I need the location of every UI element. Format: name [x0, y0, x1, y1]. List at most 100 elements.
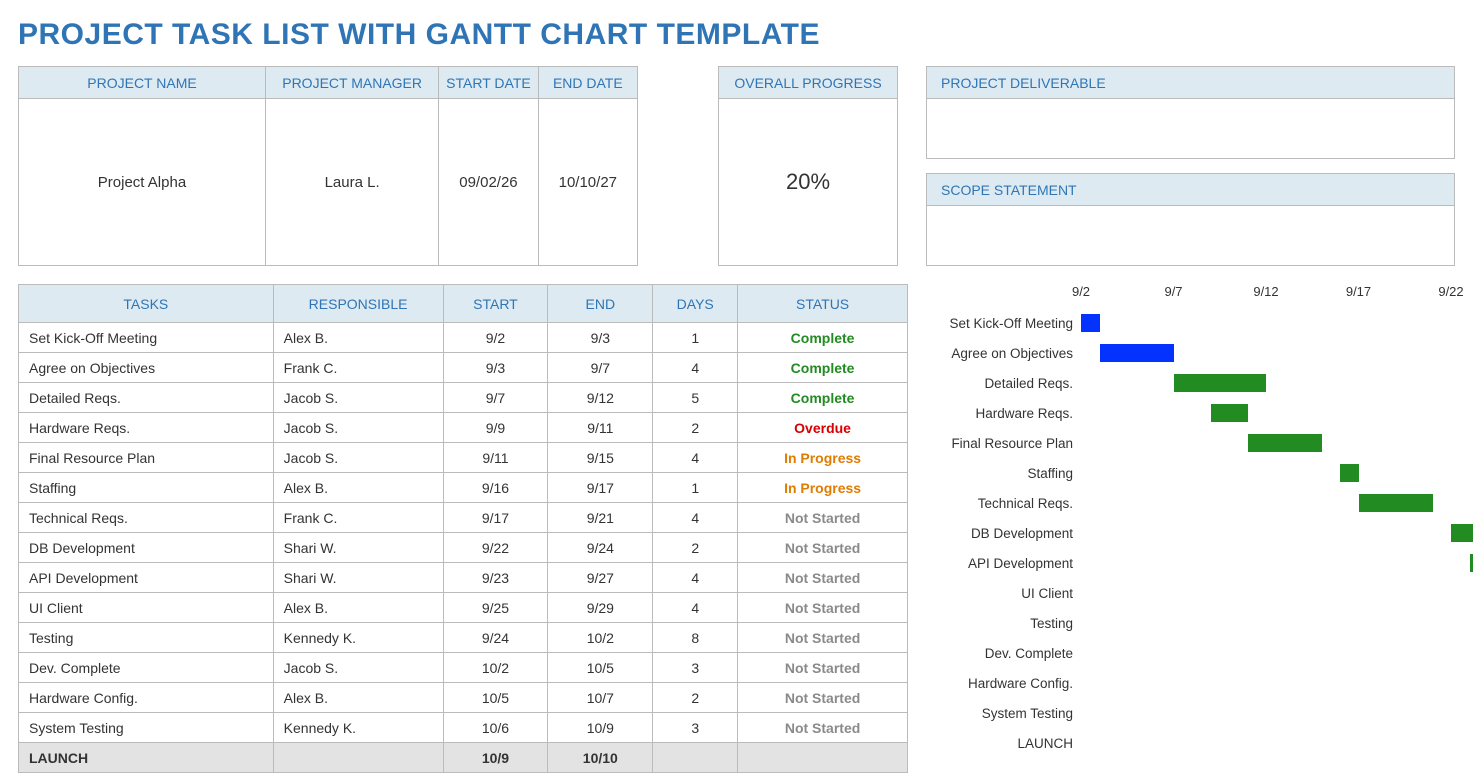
cell-days: 5: [653, 383, 738, 413]
cell-days: 4: [653, 353, 738, 383]
cell-days: 4: [653, 503, 738, 533]
cell-days: 8: [653, 623, 738, 653]
cell-resp: Frank C.: [273, 353, 443, 383]
page-title: PROJECT TASK LIST WITH GANTT CHART TEMPL…: [18, 18, 1455, 52]
cell-end: 9/29: [548, 593, 653, 623]
cell-status: Overdue: [738, 413, 908, 443]
cell-resp: Jacob S.: [273, 383, 443, 413]
deliverable-box: PROJECT DELIVERABLE: [926, 66, 1455, 159]
table-row[interactable]: Hardware Reqs.Jacob S.9/99/112Overdue: [19, 413, 908, 443]
cell-days: 1: [653, 473, 738, 503]
gantt-label: Detailed Reqs.: [926, 376, 1081, 391]
gantt-bar: [1100, 344, 1174, 362]
table-row[interactable]: TestingKennedy K.9/2410/28Not Started: [19, 623, 908, 653]
gantt-label: System Testing: [926, 706, 1081, 721]
cell-end: 9/15: [548, 443, 653, 473]
gantt-label: Testing: [926, 616, 1081, 631]
cell-start: 9/25: [443, 593, 548, 623]
table-row[interactable]: Dev. CompleteJacob S.10/210/53Not Starte…: [19, 653, 908, 683]
gantt-bar: [1451, 524, 1473, 542]
gantt-label: Set Kick-Off Meeting: [926, 316, 1081, 331]
cell-start: 9/24: [443, 623, 548, 653]
cell-status: Not Started: [738, 653, 908, 683]
gantt-track: [1081, 373, 1455, 393]
table-row[interactable]: Hardware Config.Alex B.10/510/72Not Star…: [19, 683, 908, 713]
gantt-row: DB Development: [926, 518, 1455, 548]
cell-start: 9/17: [443, 503, 548, 533]
cell-status: [738, 743, 908, 773]
deliverable-header: PROJECT DELIVERABLE: [927, 67, 1455, 99]
cell-resp: Alex B.: [273, 593, 443, 623]
gantt-axis-tick: 9/22: [1438, 284, 1463, 299]
cell-start: 9/11: [443, 443, 548, 473]
gantt-row: Hardware Config.: [926, 668, 1455, 698]
cell-start: 9/7: [443, 383, 548, 413]
table-row[interactable]: System TestingKennedy K.10/610/93Not Sta…: [19, 713, 908, 743]
info-value[interactable]: 09/02/26: [439, 99, 538, 266]
table-row[interactable]: UI ClientAlex B.9/259/294Not Started: [19, 593, 908, 623]
info-header: END DATE: [538, 67, 637, 99]
info-value[interactable]: Laura L.: [265, 99, 438, 266]
cell-task: Technical Reqs.: [19, 503, 274, 533]
cell-end: 9/11: [548, 413, 653, 443]
cell-start: 10/2: [443, 653, 548, 683]
gantt-axis-tick: 9/7: [1164, 284, 1182, 299]
gantt-bar: [1211, 404, 1248, 422]
scope-header: SCOPE STATEMENT: [927, 174, 1455, 206]
gantt-row: Detailed Reqs.: [926, 368, 1455, 398]
table-row[interactable]: API DevelopmentShari W.9/239/274Not Star…: [19, 563, 908, 593]
cell-end: 10/7: [548, 683, 653, 713]
cell-task: UI Client: [19, 593, 274, 623]
scope-value[interactable]: [927, 206, 1455, 266]
info-value[interactable]: Project Alpha: [19, 99, 266, 266]
cell-end: 10/5: [548, 653, 653, 683]
gantt-bar: [1359, 494, 1433, 512]
cell-task: Hardware Config.: [19, 683, 274, 713]
cell-start: 10/5: [443, 683, 548, 713]
table-row[interactable]: Final Resource PlanJacob S.9/119/154In P…: [19, 443, 908, 473]
progress-value: 20%: [719, 99, 898, 266]
scope-box: SCOPE STATEMENT: [926, 173, 1455, 266]
cell-resp: Jacob S.: [273, 413, 443, 443]
cell-status: Complete: [738, 323, 908, 353]
gantt-track: [1081, 433, 1455, 453]
cell-end: 9/12: [548, 383, 653, 413]
cell-days: 3: [653, 713, 738, 743]
cell-task: Set Kick-Off Meeting: [19, 323, 274, 353]
table-row[interactable]: Set Kick-Off MeetingAlex B.9/29/31Comple…: [19, 323, 908, 353]
cell-resp: Shari W.: [273, 533, 443, 563]
table-row[interactable]: LAUNCH10/910/10: [19, 743, 908, 773]
table-row[interactable]: StaffingAlex B.9/169/171In Progress: [19, 473, 908, 503]
cell-resp: Shari W.: [273, 563, 443, 593]
progress-header: OVERALL PROGRESS: [719, 67, 898, 99]
cell-resp: [273, 743, 443, 773]
cell-end: 10/2: [548, 623, 653, 653]
cell-task: System Testing: [19, 713, 274, 743]
cell-end: 10/9: [548, 713, 653, 743]
table-row[interactable]: Agree on ObjectivesFrank C.9/39/74Comple…: [19, 353, 908, 383]
gantt-label: LAUNCH: [926, 736, 1081, 751]
cell-task: Final Resource Plan: [19, 443, 274, 473]
gantt-label: UI Client: [926, 586, 1081, 601]
gantt-bar: [1248, 434, 1322, 452]
cell-start: 10/6: [443, 713, 548, 743]
cell-days: 2: [653, 533, 738, 563]
cell-task: Dev. Complete: [19, 653, 274, 683]
cell-days: 2: [653, 413, 738, 443]
deliverable-value[interactable]: [927, 99, 1455, 159]
tasks-header: TASKS: [19, 285, 274, 323]
cell-resp: Alex B.: [273, 473, 443, 503]
gantt-row: Dev. Complete: [926, 638, 1455, 668]
info-value[interactable]: 10/10/27: [538, 99, 637, 266]
cell-start: 9/2: [443, 323, 548, 353]
table-row[interactable]: Technical Reqs.Frank C.9/179/214Not Star…: [19, 503, 908, 533]
cell-resp: Kennedy K.: [273, 623, 443, 653]
cell-days: 4: [653, 563, 738, 593]
cell-end: 9/21: [548, 503, 653, 533]
table-row[interactable]: DB DevelopmentShari W.9/229/242Not Start…: [19, 533, 908, 563]
gantt-track: [1081, 493, 1455, 513]
tasks-header: DAYS: [653, 285, 738, 323]
cell-resp: Kennedy K.: [273, 713, 443, 743]
table-row[interactable]: Detailed Reqs.Jacob S.9/79/125Complete: [19, 383, 908, 413]
gantt-bar: [1174, 374, 1267, 392]
